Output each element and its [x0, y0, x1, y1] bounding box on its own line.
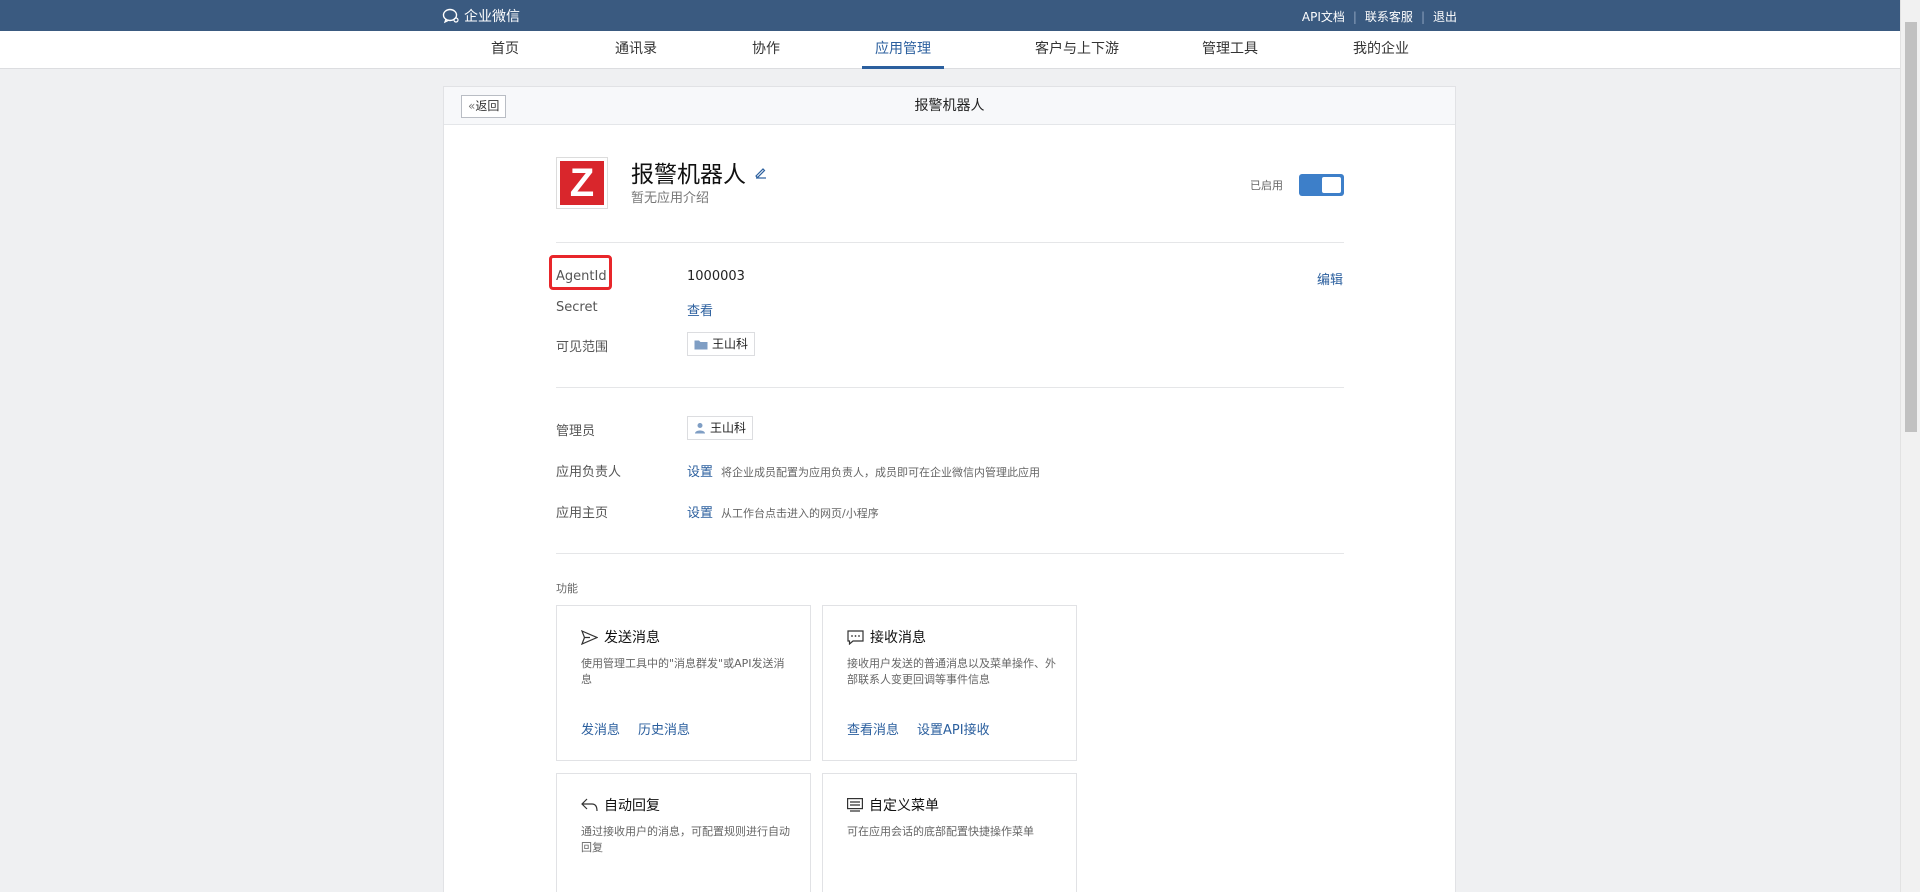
- separator: |: [1352, 9, 1357, 24]
- receive-message-card: 接收消息 接收用户发送的普通消息以及菜单操作、外部联系人变更回调等事件信息 查看…: [822, 605, 1077, 761]
- edit-link[interactable]: 编辑: [1317, 269, 1343, 288]
- card-title: 接收消息: [847, 627, 926, 647]
- scrollbar-thumb[interactable]: [1905, 22, 1917, 432]
- contact-support-link[interactable]: 联系客服: [1365, 8, 1413, 25]
- main-nav: 首页 通讯录 协作 应用管理 客户与上下游 管理工具 我的企业: [0, 31, 1900, 69]
- pencil-icon[interactable]: [754, 165, 768, 179]
- view-secret-link[interactable]: 查看: [687, 300, 713, 319]
- nav-management-tools[interactable]: 管理工具: [1200, 31, 1260, 69]
- homepage-hint: 从工作台点击进入的网页/小程序: [721, 507, 879, 520]
- homepage-set-link[interactable]: 设置: [687, 506, 713, 521]
- card-description: 接收用户发送的普通消息以及菜单操作、外部联系人变更回调等事件信息: [847, 657, 1056, 686]
- wecom-logo-icon: [442, 8, 459, 24]
- card-title-text: 接收消息: [870, 630, 926, 646]
- app-name-text: 报警机器人: [631, 162, 746, 188]
- custom-menu-card: 自定义菜单 可在应用会话的底部配置快捷操作菜单: [822, 773, 1077, 892]
- set-api-receive-link[interactable]: 设置API接收: [917, 719, 990, 738]
- nav-collaboration[interactable]: 协作: [748, 31, 784, 69]
- scope-label: 可见范围: [556, 340, 609, 355]
- card-description: 可在应用会话的底部配置快捷操作菜单: [847, 825, 1034, 838]
- homepage-row: 设置 从工作台点击进入的网页/小程序: [687, 502, 879, 521]
- owner-row: 设置 将企业成员配置为应用负责人，成员即可在企业微信内管理此应用: [687, 461, 1040, 480]
- status-label: 已启用: [1250, 179, 1283, 192]
- admin-value: 王山科: [710, 421, 747, 435]
- brand-name: 企业微信: [464, 9, 520, 25]
- divider: [556, 242, 1344, 243]
- nav-app-management[interactable]: 应用管理: [862, 31, 944, 69]
- chat-icon: [847, 629, 864, 645]
- card-title: 发送消息: [581, 627, 660, 647]
- card-links: 查看消息 设置API接收: [847, 719, 1008, 738]
- admin-tag[interactable]: 王山科: [687, 416, 754, 440]
- owner-label: 应用负责人: [556, 465, 622, 480]
- nav-contacts[interactable]: 通讯录: [611, 31, 661, 69]
- card-title: 自动回复: [581, 795, 660, 815]
- divider: [556, 387, 1344, 388]
- divider: [556, 553, 1344, 554]
- toggle-knob: [1322, 177, 1341, 193]
- separator: |: [1420, 9, 1425, 24]
- nav-my-enterprise[interactable]: 我的企业: [1350, 31, 1412, 69]
- agentid-label: AgentId: [556, 269, 607, 284]
- brand-logo[interactable]: 企业微信: [442, 6, 520, 26]
- app-logo-letter: Z: [569, 161, 595, 205]
- top-bar: 企业微信 API文档 | 联系客服 | 退出: [0, 0, 1920, 31]
- card-title-text: 自定义菜单: [869, 798, 939, 814]
- api-docs-link[interactable]: API文档: [1302, 8, 1345, 25]
- nav-customers[interactable]: 客户与上下游: [1022, 31, 1132, 69]
- card-title-text: 自动回复: [604, 798, 660, 814]
- send-icon: [581, 629, 598, 645]
- app-icon[interactable]: Z: [556, 157, 608, 209]
- folder-icon: [694, 340, 708, 349]
- view-messages-link[interactable]: 查看消息: [847, 719, 899, 738]
- page-title: 报警机器人: [914, 98, 985, 114]
- user-icon: [695, 423, 705, 434]
- agentid-value: 1000003: [687, 269, 745, 284]
- secret-label: Secret: [556, 300, 598, 315]
- reply-icon: [581, 798, 598, 812]
- owner-set-link[interactable]: 设置: [687, 465, 713, 480]
- panel-header: «返回 报警机器人: [444, 87, 1455, 125]
- nav-home[interactable]: 首页: [486, 31, 524, 69]
- enable-toggle[interactable]: [1299, 174, 1344, 196]
- send-message-link[interactable]: 发消息: [581, 719, 620, 738]
- logout-link[interactable]: 退出: [1433, 8, 1457, 25]
- owner-hint: 将企业成员配置为应用负责人，成员即可在企业微信内管理此应用: [721, 466, 1041, 479]
- features-title: 功能: [556, 582, 578, 595]
- app-logo: Z: [560, 161, 604, 205]
- history-messages-link[interactable]: 历史消息: [638, 719, 690, 738]
- send-message-card: 发送消息 使用管理工具中的"消息群发"或API发送消息 发消息 历史消息: [556, 605, 811, 761]
- app-detail-panel: «返回 报警机器人 Z 报警机器人 暂无应用介绍 已启用 AgentId 100…: [443, 86, 1456, 892]
- admin-label: 管理员: [556, 424, 596, 439]
- scope-value: 王山科: [712, 337, 749, 351]
- homepage-label: 应用主页: [556, 506, 609, 521]
- card-description: 使用管理工具中的"消息群发"或API发送消息: [581, 657, 785, 686]
- card-title-text: 发送消息: [604, 630, 660, 646]
- page-scrollbar[interactable]: [1900, 0, 1920, 892]
- menu-icon: [847, 798, 863, 812]
- card-title: 自定义菜单: [847, 795, 939, 815]
- scope-tag[interactable]: 王山科: [687, 332, 756, 356]
- app-description: 暂无应用介绍: [631, 191, 710, 206]
- card-description: 通过接收用户的消息，可配置规则进行自动回复: [581, 825, 790, 854]
- top-links: API文档 | 联系客服 | 退出: [1302, 8, 1457, 25]
- card-links: 发消息 历史消息: [581, 719, 708, 738]
- auto-reply-card: 自动回复 通过接收用户的消息，可配置规则进行自动回复: [556, 773, 811, 892]
- app-name: 报警机器人: [631, 155, 768, 189]
